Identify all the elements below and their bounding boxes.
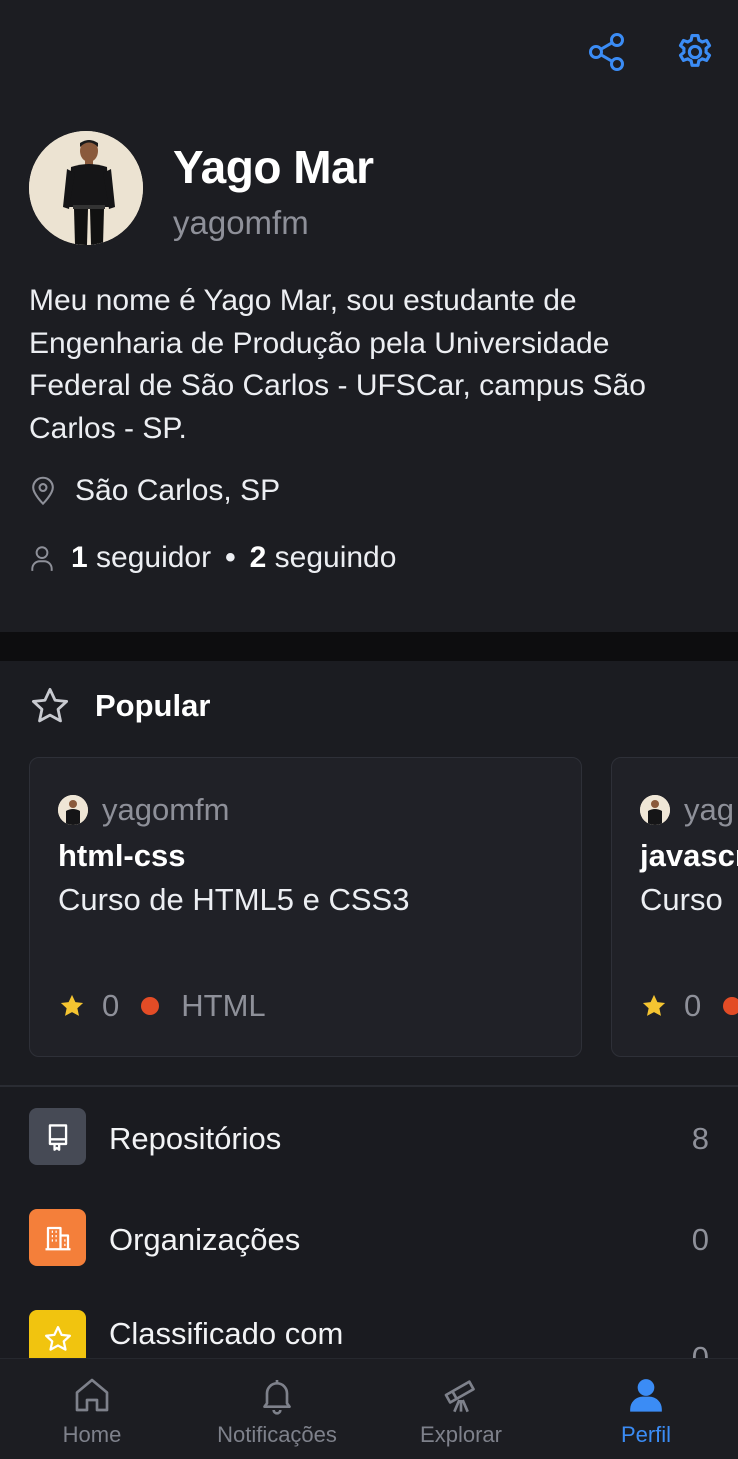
repo-owner: yag [640,792,734,828]
repo-name: javascr [640,838,738,873]
menu-item-starred[interactable]: Classificado com 0 [0,1296,738,1358]
list-divider [0,1085,738,1087]
following-label: seguindo [274,541,397,574]
nav-profile[interactable]: Perfil [554,1359,738,1459]
popular-section: Popular yagomfm html-css Curso de HTML5 … [0,661,738,1085]
menu-item-organizations[interactable]: Organizações 0 [0,1194,738,1284]
menu-label: Classificado com [109,1316,344,1351]
repo-star-count: 0 [684,988,702,1023]
language-color-dot [141,997,160,1015]
repo-owner-name: yagomfm [102,792,230,827]
following-count: 2 [249,541,267,574]
share-icon [589,33,624,71]
nav-label: Explorar [420,1422,502,1447]
menu-item-repositories[interactable]: Repositórios 8 [0,1093,738,1183]
nav-home[interactable]: Home [0,1359,184,1459]
followers-label: seguidor [96,541,212,574]
popular-title: Popular [95,688,211,723]
repo-language: HTML [181,988,266,1023]
profile-screen: Yago Mar yagomfm Meu nome é Yago Mar, so… [0,0,738,1459]
repo-meta: 0 [640,988,738,1024]
nav-explore[interactable]: Explorar [369,1359,553,1459]
location-pin-icon [32,476,54,506]
share-button[interactable] [583,28,631,76]
profile-header: Yago Mar yagomfm Meu nome é Yago Mar, so… [0,0,738,632]
popular-repo-card[interactable]: yagomfm html-css Curso de HTML5 e CSS3 0… [29,757,582,1057]
owner-avatar [640,795,670,825]
nav-notifications[interactable]: Notificações [185,1359,369,1459]
repo-description: Curso [640,882,723,917]
bell-icon [263,1380,291,1415]
followers-count: 1 [71,541,88,574]
nav-label: Notificações [217,1422,337,1447]
menu-count: 8 [691,1121,709,1156]
repo-name: html-css [58,838,186,873]
section-divider [0,632,738,661]
repo-icon [29,1108,86,1165]
avatar[interactable] [29,131,143,245]
location-row: São Carlos, SP [29,474,280,508]
menu-label: Repositórios [109,1121,282,1156]
bottom-navigation: Home Notificações Explorar Perfil [0,1358,738,1459]
gear-icon [678,33,712,67]
follow-separator: • [225,541,236,574]
person-outline-icon [31,546,53,571]
menu-count: 0 [691,1222,709,1257]
repo-meta: 0 HTML [58,988,266,1024]
repo-star-count: 0 [102,988,120,1023]
language-color-dot [723,997,738,1015]
menu-count: 0 [691,1340,709,1358]
star-filled-icon [642,994,666,1016]
popular-repo-card[interactable]: yag javascr Curso 0 [611,757,738,1057]
telescope-icon [444,1380,475,1413]
nav-label: Home [62,1422,122,1447]
location-text: São Carlos, SP [75,474,281,507]
settings-button[interactable] [671,28,719,76]
menu-label: Organizações [109,1222,301,1257]
avatar-photo [29,131,143,245]
repo-owner-name: yag [684,792,734,827]
profile-name: Yago Mar [173,141,374,193]
profile-username: yagomfm [173,204,309,241]
person-icon [630,1379,662,1412]
repo-owner: yagomfm [58,792,229,828]
nav-label: Perfil [620,1422,672,1447]
popular-header: Popular [29,685,210,727]
owner-avatar [58,795,88,825]
organization-icon [29,1209,86,1266]
repo-description: Curso de HTML5 e CSS3 [58,882,410,917]
star-filled-icon [60,994,84,1016]
home-icon [75,1378,109,1412]
star-icon [29,1310,86,1358]
follow-stats[interactable]: 1 seguidor • 2 seguindo [29,541,396,575]
star-outline-icon [31,687,69,723]
profile-bio: Meu nome é Yago Mar, sou estudante de En… [29,284,646,445]
